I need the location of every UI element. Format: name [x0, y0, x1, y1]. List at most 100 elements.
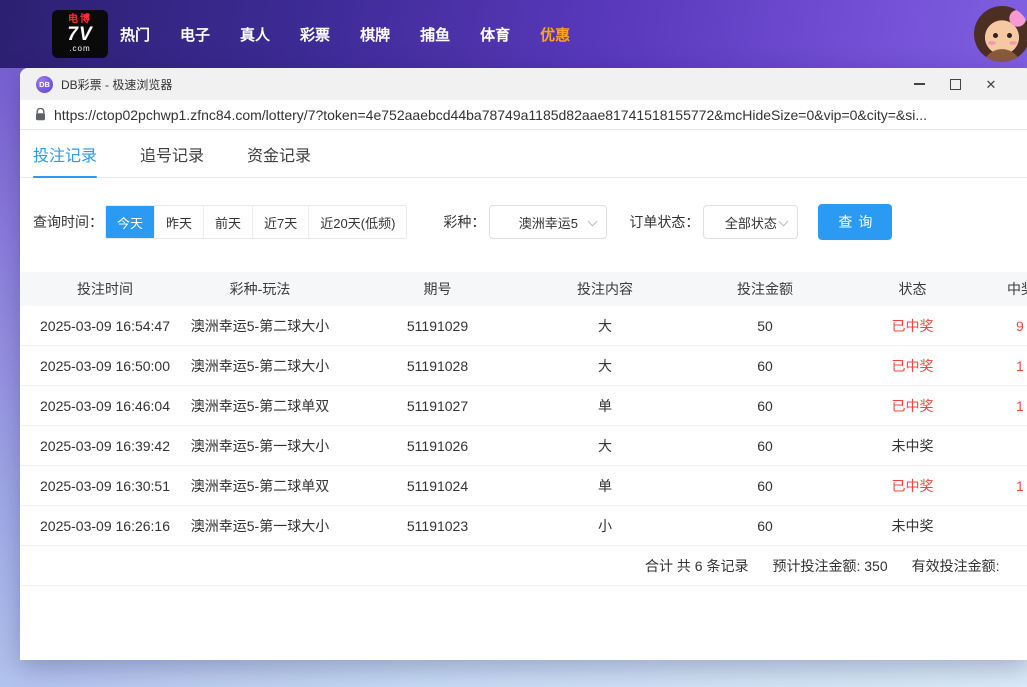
bet-content: 小 — [545, 516, 665, 536]
logo-brand-text: 7V — [67, 25, 92, 44]
desktop: 电博 7V.com 热门 电子 真人 彩票 棋牌 捕鱼 体育 优惠 DB DB彩票 - 极速浏… — [0, 0, 1027, 687]
search-button[interactable]: 查询 — [818, 204, 892, 240]
column-header-7: 中奖金额 — [960, 279, 1027, 299]
bet-status: 未中奖 — [865, 436, 960, 456]
bet-status: 未中奖 — [865, 516, 960, 536]
nav-item-2[interactable]: 电子 — [180, 24, 210, 45]
bet-time: 2025-03-09 16:39:42 — [20, 438, 190, 454]
bet-content: 大 — [545, 316, 665, 336]
logo-brand: 7V.com — [67, 25, 92, 53]
table-row: 2025-03-09 16:50:00澳洲幸运5-第二球大小51191028大6… — [20, 346, 1027, 386]
time-option-4[interactable]: 近7天 — [252, 206, 308, 238]
user-avatar[interactable] — [974, 6, 1027, 62]
nav-item-1[interactable]: 热门 — [120, 24, 150, 45]
prize-amount: 1 — [960, 358, 1027, 374]
close-button[interactable]: ✕ — [984, 77, 998, 91]
table-row: 2025-03-09 16:54:47澳洲幸运5-第二球大小51191029大5… — [20, 306, 1027, 346]
time-option-5[interactable]: 近20天(低频) — [308, 206, 406, 238]
bet-content: 单 — [545, 476, 665, 496]
nav-item-6[interactable]: 捕鱼 — [420, 24, 450, 45]
lottery-label: 彩种： — [443, 212, 485, 232]
table-body: 2025-03-09 16:54:47澳洲幸运5-第二球大小51191029大5… — [20, 306, 1027, 546]
game-play: 澳洲幸运5-第二球大小 — [190, 356, 330, 376]
site-topbar: 电博 7V.com 热门 电子 真人 彩票 棋牌 捕鱼 体育 优惠 — [0, 0, 1027, 68]
time-filter-label: 查询时间： — [33, 212, 103, 232]
site-nav: 热门 电子 真人 彩票 棋牌 捕鱼 体育 优惠 — [120, 24, 570, 45]
issue-number: 51191028 — [330, 358, 545, 374]
lottery-select[interactable]: 澳洲幸运5 — [489, 205, 607, 239]
bet-time: 2025-03-09 16:30:51 — [20, 478, 190, 494]
issue-number: 51191024 — [330, 478, 545, 494]
bet-amount: 60 — [665, 478, 865, 494]
page-tabs: 投注记录追号记录资金记录 — [20, 130, 1027, 178]
table-row: 2025-03-09 16:26:16澳洲幸运5-第一球大小51191023小6… — [20, 506, 1027, 546]
window-title: DB彩票 - 极速浏览器 — [61, 76, 172, 93]
prize-amount: 1 — [960, 398, 1027, 414]
chevron-down-icon — [779, 217, 789, 227]
tab-3[interactable]: 资金记录 — [247, 130, 311, 177]
column-header-5: 投注金额 — [665, 279, 865, 299]
prize-amount: 9 — [960, 318, 1027, 334]
game-play: 澳洲幸运5-第二球单双 — [190, 396, 330, 416]
game-play: 澳洲幸运5-第一球大小 — [190, 516, 330, 536]
order-status-value: 全部状态 — [725, 213, 777, 232]
time-option-2[interactable]: 昨天 — [154, 206, 203, 238]
nav-item-5[interactable]: 棋牌 — [360, 24, 390, 45]
bet-time: 2025-03-09 16:54:47 — [20, 318, 190, 334]
window-controls: ✕ — [912, 77, 1016, 91]
issue-number: 51191029 — [330, 318, 545, 334]
logo-brand-suffix: .com — [69, 45, 90, 53]
summary-row: 合计 共 6 条记录 预计投注金额: 350 有效投注金额: — [20, 546, 1027, 586]
bet-amount: 60 — [665, 438, 865, 454]
bet-status: 已中奖 — [865, 396, 960, 416]
game-play: 澳洲幸运5-第二球单双 — [190, 476, 330, 496]
bet-amount: 50 — [665, 318, 865, 334]
bet-time: 2025-03-09 16:46:04 — [20, 398, 190, 414]
address-bar[interactable]: https://ctop02pchwp1.zfnc84.com/lottery/… — [20, 100, 1027, 130]
nav-item-7[interactable]: 体育 — [480, 24, 510, 45]
column-header-3: 期号 — [330, 279, 545, 299]
issue-number: 51191026 — [330, 438, 545, 454]
column-header-4: 投注内容 — [545, 279, 665, 299]
table-header-row: 投注时间彩种-玩法期号投注内容投注金额状态中奖金额 — [20, 272, 1027, 306]
summary-expected-amount: 预计投注金额: 350 — [772, 556, 887, 576]
summary-total: 合计 共 6 条记录 — [645, 556, 748, 576]
window-app-icon: DB — [36, 76, 53, 93]
time-option-1[interactable]: 今天 — [106, 206, 154, 238]
table-row: 2025-03-09 16:39:42澳洲幸运5-第一球大小51191026大6… — [20, 426, 1027, 466]
tab-2[interactable]: 追号记录 — [140, 130, 204, 177]
issue-number: 51191027 — [330, 398, 545, 414]
lottery-select-value: 澳洲幸运5 — [519, 213, 578, 232]
nav-item-3[interactable]: 真人 — [240, 24, 270, 45]
url-text: https://ctop02pchwp1.zfnc84.com/lottery/… — [54, 107, 927, 123]
column-header-1: 投注时间 — [20, 279, 190, 299]
bet-status: 已中奖 — [865, 356, 960, 376]
column-header-2: 彩种-玩法 — [190, 279, 330, 299]
game-play: 澳洲幸运5-第二球大小 — [190, 316, 330, 336]
bet-amount: 60 — [665, 358, 865, 374]
lottery-records-page: 投注记录追号记录资金记录 查询时间： 今天昨天前天近7天近20天(低频) 彩种：… — [20, 130, 1027, 659]
bet-content: 大 — [545, 436, 665, 456]
table-row: 2025-03-09 16:46:04澳洲幸运5-第二球单双51191027单6… — [20, 386, 1027, 426]
order-status-select[interactable]: 全部状态 — [703, 205, 798, 239]
browser-window: DB DB彩票 - 极速浏览器 ✕ https://ctop02pchwp1.z… — [20, 68, 1027, 660]
bet-content: 单 — [545, 396, 665, 416]
bet-time: 2025-03-09 16:50:00 — [20, 358, 190, 374]
nav-item-4[interactable]: 彩票 — [300, 24, 330, 45]
site-logo[interactable]: 电博 7V.com — [52, 10, 108, 58]
minimize-button[interactable] — [912, 77, 926, 91]
bet-amount: 60 — [665, 518, 865, 534]
summary-valid-amount: 有效投注金额: — [912, 556, 1000, 576]
maximize-button[interactable] — [948, 77, 962, 91]
window-titlebar[interactable]: DB DB彩票 - 极速浏览器 ✕ — [20, 68, 1027, 100]
nav-item-8[interactable]: 优惠 — [540, 24, 570, 45]
bet-amount: 60 — [665, 398, 865, 414]
tab-1[interactable]: 投注记录 — [33, 130, 97, 177]
time-option-3[interactable]: 前天 — [203, 206, 252, 238]
issue-number: 51191023 — [330, 518, 545, 534]
lock-icon[interactable] — [35, 108, 46, 121]
chevron-down-icon — [588, 217, 598, 227]
game-play: 澳洲幸运5-第一球大小 — [190, 436, 330, 456]
table-row: 2025-03-09 16:30:51澳洲幸运5-第二球单双51191024单6… — [20, 466, 1027, 506]
prize-amount: 1 — [960, 478, 1027, 494]
